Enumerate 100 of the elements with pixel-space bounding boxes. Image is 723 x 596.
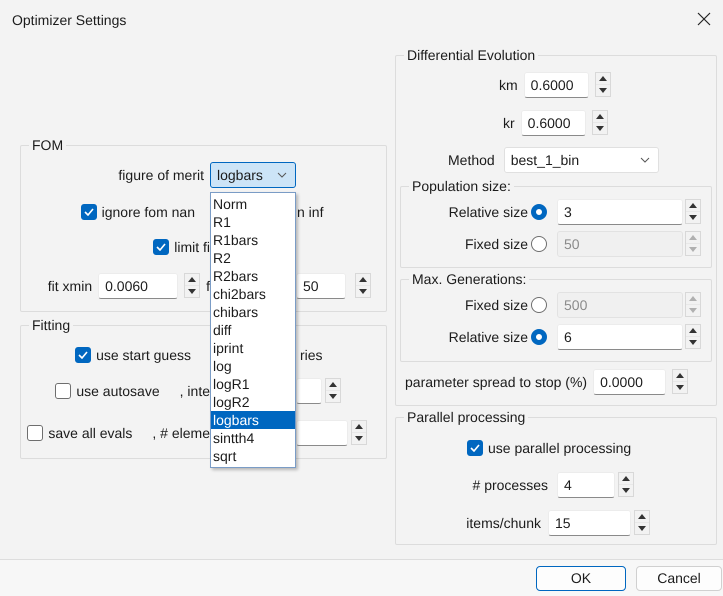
checkbox[interactable] bbox=[75, 346, 92, 363]
radio-label: Fixed size bbox=[464, 296, 528, 313]
ok-button[interactable]: OK bbox=[536, 566, 626, 591]
radio-button[interactable] bbox=[531, 204, 547, 220]
dropdown-option[interactable]: diff bbox=[211, 320, 295, 339]
decrement-button[interactable] bbox=[592, 123, 607, 134]
down-arrow-icon bbox=[689, 308, 697, 314]
down-arrow-icon bbox=[638, 526, 646, 532]
radio-label: Relative size bbox=[448, 204, 528, 220]
increment-button[interactable] bbox=[619, 473, 633, 484]
increment-button[interactable] bbox=[185, 274, 200, 286]
decrement-button[interactable] bbox=[352, 433, 366, 444]
number-field[interactable]: 0.6000 bbox=[520, 110, 586, 136]
decrement-button[interactable] bbox=[596, 85, 610, 96]
checkbox-label: use autosave bbox=[76, 382, 160, 399]
decrement-button[interactable] bbox=[185, 286, 200, 298]
radio-button[interactable] bbox=[531, 296, 547, 313]
decrement-button[interactable] bbox=[619, 485, 633, 496]
up-arrow-icon bbox=[676, 373, 684, 378]
checkbox-label: use start guess bbox=[96, 346, 191, 363]
checkbox[interactable] bbox=[153, 238, 170, 255]
close-icon bbox=[697, 12, 711, 26]
increment-button[interactable] bbox=[356, 274, 370, 286]
fom-dropdown[interactable]: logbars bbox=[210, 162, 296, 188]
dropdown-option[interactable]: sqrt bbox=[211, 446, 295, 465]
up-arrow-icon bbox=[355, 424, 363, 430]
method-dropdown[interactable]: best_1_bin bbox=[504, 146, 659, 173]
number-field[interactable] bbox=[296, 378, 322, 404]
down-arrow-icon bbox=[355, 436, 363, 442]
checkbox[interactable] bbox=[27, 424, 44, 441]
up-arrow-icon bbox=[188, 277, 196, 282]
up-arrow-icon bbox=[596, 114, 604, 120]
checkbox[interactable] bbox=[55, 382, 72, 399]
increment-button[interactable] bbox=[326, 379, 340, 390]
field-label: Method bbox=[448, 152, 495, 168]
dropdown-option[interactable]: logbars bbox=[211, 410, 295, 429]
checkbox[interactable] bbox=[467, 440, 483, 456]
dropdown-option[interactable]: R2 bbox=[211, 248, 295, 267]
increment-button[interactable] bbox=[686, 325, 700, 336]
down-arrow-icon bbox=[622, 488, 630, 494]
down-arrow-icon bbox=[676, 385, 684, 390]
cancel-button[interactable]: Cancel bbox=[636, 566, 722, 591]
dropdown-option[interactable]: log bbox=[211, 356, 295, 375]
dropdown-option[interactable]: logR1 bbox=[211, 374, 295, 393]
group-title: Parallel processing bbox=[406, 408, 526, 426]
decrement-button[interactable] bbox=[686, 212, 700, 224]
dropdown-option[interactable]: R2bars bbox=[211, 266, 295, 285]
checkbox[interactable] bbox=[80, 204, 97, 220]
increment-button[interactable] bbox=[673, 370, 688, 382]
number-field[interactable]: 0.0000 bbox=[593, 368, 666, 395]
down-arrow-icon bbox=[359, 289, 367, 294]
down-arrow-icon bbox=[689, 340, 697, 346]
dropdown-option[interactable]: sintth4 bbox=[211, 428, 295, 447]
group-title: FOM bbox=[31, 136, 64, 154]
field-label: parameter spread to stop (%) bbox=[405, 374, 588, 390]
increment-button[interactable] bbox=[686, 200, 700, 212]
check-icon bbox=[156, 242, 166, 251]
increment-button[interactable] bbox=[596, 73, 610, 84]
up-arrow-icon bbox=[359, 277, 367, 282]
number-field[interactable]: 6 bbox=[557, 324, 683, 350]
increment-button[interactable] bbox=[635, 511, 649, 522]
field-label: # processes bbox=[472, 476, 548, 493]
number-field[interactable]: 0.6000 bbox=[524, 72, 589, 98]
field-label: items/chunk bbox=[465, 514, 541, 531]
up-arrow-icon bbox=[622, 476, 630, 482]
number-field[interactable]: 4 bbox=[557, 472, 615, 498]
dropdown-option[interactable]: R1bars bbox=[211, 230, 295, 249]
dropdown-option[interactable]: logR2 bbox=[211, 392, 295, 411]
group-title: Fitting bbox=[31, 316, 72, 334]
down-arrow-icon bbox=[188, 289, 196, 294]
radio-button[interactable] bbox=[531, 236, 547, 252]
up-arrow-icon bbox=[638, 514, 646, 520]
up-arrow-icon bbox=[689, 235, 697, 240]
check-icon bbox=[78, 350, 88, 359]
number-field[interactable]: 15 bbox=[548, 510, 631, 536]
dropdown-option[interactable]: chibars bbox=[211, 302, 295, 321]
dropdown-option[interactable]: R1 bbox=[211, 212, 295, 231]
decrement-button[interactable] bbox=[686, 337, 700, 348]
decrement-button[interactable] bbox=[326, 391, 340, 402]
number-field[interactable] bbox=[296, 420, 348, 446]
decrement-button[interactable] bbox=[635, 523, 649, 534]
number-field[interactable]: 3 bbox=[557, 198, 683, 225]
down-arrow-icon bbox=[689, 247, 697, 252]
chevron-down-icon bbox=[640, 156, 650, 163]
field-label: km bbox=[499, 76, 518, 93]
radio-button[interactable] bbox=[531, 328, 547, 345]
decrement-button[interactable] bbox=[356, 286, 370, 298]
check-icon bbox=[470, 444, 480, 452]
up-arrow-icon bbox=[689, 328, 697, 334]
down-arrow-icon bbox=[598, 88, 607, 94]
increment-button[interactable] bbox=[592, 111, 607, 122]
decrement-button[interactable] bbox=[673, 382, 688, 394]
dropdown-option[interactable]: Norm bbox=[211, 194, 295, 213]
number-field[interactable]: 50 bbox=[296, 272, 346, 299]
dropdown-option[interactable]: iprint bbox=[211, 338, 295, 357]
number-field[interactable]: 0.0060 bbox=[98, 272, 178, 299]
radio-label: Fixed size bbox=[464, 236, 528, 252]
dropdown-option[interactable]: chi2bars bbox=[211, 284, 295, 303]
window-title: Optimizer Settings bbox=[12, 12, 126, 28]
increment-button[interactable] bbox=[352, 421, 366, 432]
